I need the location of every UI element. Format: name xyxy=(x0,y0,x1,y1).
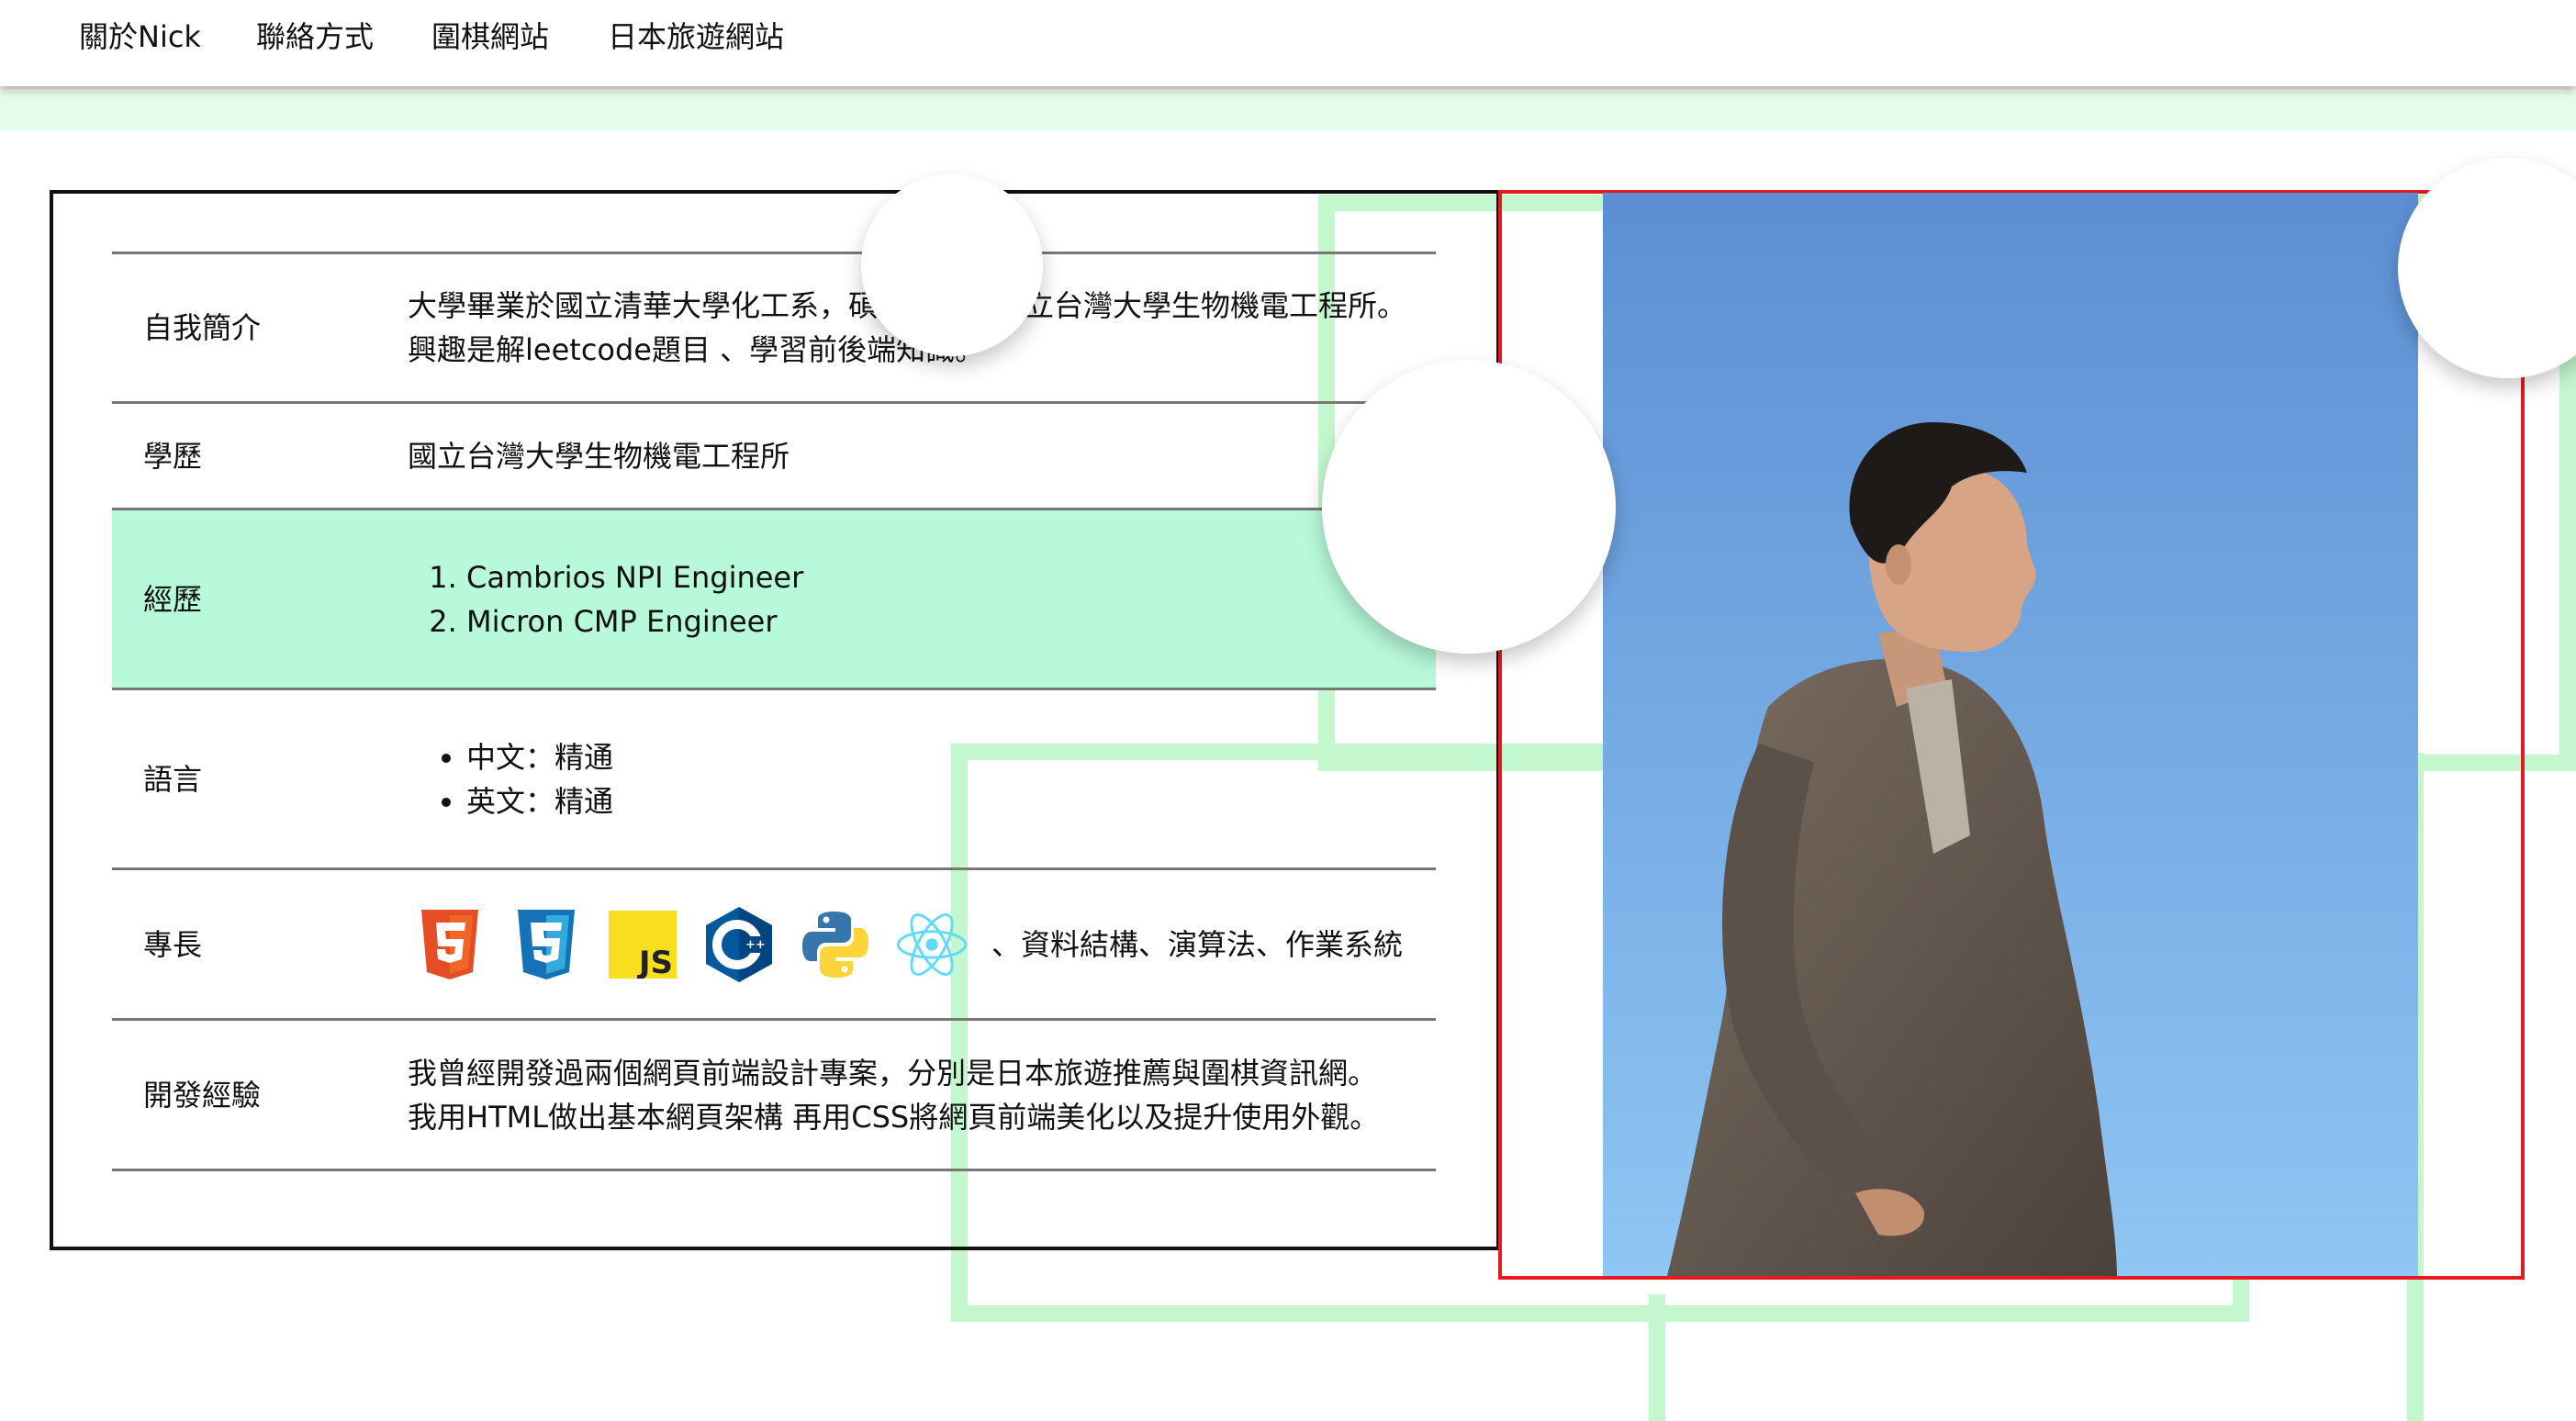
profile-photo xyxy=(1603,193,2418,1276)
education-label: 學歷 xyxy=(143,438,203,474)
table-row-dev-experience: 開發經驗 我曾經開發過兩個網頁前端設計專案，分別是日本旅遊推薦與圍棋資訊網。 我… xyxy=(112,1019,1436,1170)
nav-about[interactable]: 關於Nick xyxy=(79,17,201,57)
nav-contact[interactable]: 聯絡方式 xyxy=(256,17,374,57)
list-item: 英文：精通 xyxy=(466,779,1417,823)
svg-text:++: ++ xyxy=(745,938,766,952)
decor-circle-2 xyxy=(1322,360,1616,654)
nav-decor-strip xyxy=(0,92,2576,130)
experience-value: Cambrios NPI Engineer Micron CMP Enginee… xyxy=(408,509,1436,689)
dev-line-2: 我用HTML做出基本網頁架構 再用CSS將網頁前端美化以及提升使用外觀。 xyxy=(408,1099,1380,1135)
dev-value: 我曾經開發過兩個網頁前端設計專案，分別是日本旅遊推薦與圍棋資訊網。 我用HTML… xyxy=(408,1020,1436,1170)
dev-line-1: 我曾經開發過兩個網頁前端設計專案，分別是日本旅遊推薦與圍棋資訊網。 xyxy=(408,1055,1378,1091)
education-value: 國立台灣大學生物機電工程所 xyxy=(408,438,790,474)
list-item: Cambrios NPI Engineer xyxy=(466,555,1417,599)
cplusplus-icon: ++ xyxy=(702,906,776,983)
skills-row: JS ++ 、資料結構、演算法、作業系統 xyxy=(413,906,1417,983)
dev-label: 開發經驗 xyxy=(143,1077,262,1113)
experience-label: 經歷 xyxy=(112,509,408,689)
table-row-language: 語言 中文：精通 英文：精通 xyxy=(112,688,1436,869)
table-row-intro: 自我簡介 大學畢業於國立清華大學化工系，碩士畢業於國立台灣大學生物機電工程所。 … xyxy=(112,252,1436,403)
skills-text: 、資料結構、演算法、作業系統 xyxy=(991,926,1404,962)
decor-circle-1 xyxy=(861,174,1043,356)
skills-label: 專長 xyxy=(143,926,203,962)
css3-icon xyxy=(510,906,583,983)
intro-label: 自我簡介 xyxy=(143,310,262,345)
language-list: 中文：精通 英文：精通 xyxy=(408,735,1417,823)
language-value: 中文：精通 英文：精通 xyxy=(408,689,1436,869)
decor-line-1 xyxy=(1649,1294,1665,1421)
experience-list: Cambrios NPI Engineer Micron CMP Enginee… xyxy=(408,555,1417,643)
react-icon xyxy=(895,906,969,983)
python-icon xyxy=(799,906,872,983)
table-row-education: 學歷 國立台灣大學生物機電工程所 xyxy=(112,402,1436,509)
nav-go-site[interactable]: 圍棋網站 xyxy=(431,17,549,57)
nav-japan-travel-site[interactable]: 日本旅遊網站 xyxy=(608,17,784,57)
html5-icon xyxy=(413,906,487,983)
table-row-experience: 經歷 Cambrios NPI Engineer Micron CMP Engi… xyxy=(112,509,1436,689)
list-item: 中文：精通 xyxy=(466,735,1417,779)
skills-value: JS ++ 、資料結構、演算法、作業系統 xyxy=(408,869,1436,1020)
profile-photo-illustration xyxy=(1603,193,2418,1276)
top-navbar: 關於Nick 聯絡方式 圍棋網站 日本旅遊網站 xyxy=(0,0,2576,86)
table-row-skills: 專長 JS ++ 、資料結構、演算法、作業系統 xyxy=(112,868,1436,1020)
list-item: Micron CMP Engineer xyxy=(466,599,1417,643)
profile-table: 自我簡介 大學畢業於國立清華大學化工系，碩士畢業於國立台灣大學生物機電工程所。 … xyxy=(112,252,1436,1171)
javascript-icon: JS xyxy=(606,906,679,983)
javascript-icon-text: JS xyxy=(637,945,673,979)
language-label: 語言 xyxy=(143,761,203,797)
